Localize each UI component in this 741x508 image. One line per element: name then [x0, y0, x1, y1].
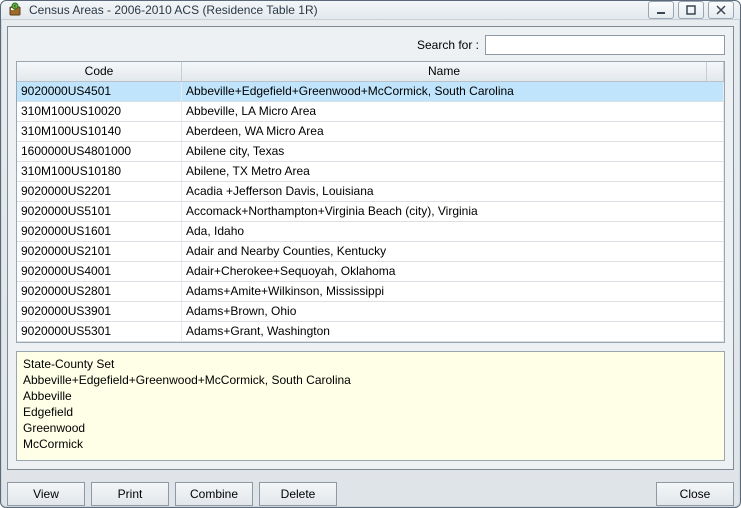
delete-button[interactable]: Delete — [259, 482, 337, 506]
cell-name: Adair and Nearby Counties, Kentucky — [182, 242, 724, 261]
search-input[interactable] — [485, 35, 725, 55]
search-row: Search for : — [16, 35, 725, 55]
table-row[interactable]: 310M100US10140Aberdeen, WA Micro Area — [17, 122, 724, 142]
cell-name: Adams+Brown, Ohio — [182, 302, 724, 321]
cell-name: Aberdeen, WA Micro Area — [182, 122, 724, 141]
cell-code: 9020000US3901 — [17, 302, 182, 321]
app-icon — [7, 2, 23, 18]
cell-code: 9020000US5101 — [17, 202, 182, 221]
cell-code: 310M100US10180 — [17, 162, 182, 181]
window-title: Census Areas - 2006-2010 ACS (Residence … — [29, 3, 318, 17]
cell-code: 9020000US1601 — [17, 222, 182, 241]
close-window-button[interactable] — [708, 1, 734, 19]
detail-line: State-County Set — [23, 356, 718, 372]
cell-code: 310M100US10140 — [17, 122, 182, 141]
detail-panel[interactable]: State-County SetAbbeville+Edgefield+Gree… — [16, 351, 725, 461]
cell-code: 9020000US2801 — [17, 282, 182, 301]
table-row[interactable]: 9020000US2201Acadia +Jefferson Davis, Lo… — [17, 182, 724, 202]
combine-button[interactable]: Combine — [175, 482, 253, 506]
areas-table: Code Name 9020000US4501Abbeville+Edgefie… — [16, 61, 725, 343]
detail-line: Edgefield — [23, 404, 718, 420]
cell-code: 9020000US2201 — [17, 182, 182, 201]
cell-code: 1600000US4801000 — [17, 142, 182, 161]
table-body[interactable]: 9020000US4501Abbeville+Edgefield+Greenwo… — [17, 82, 724, 342]
client-area: Search for : Code Name 9020000US4501Abbe… — [7, 26, 734, 470]
cell-name: Ada, Idaho — [182, 222, 724, 241]
cell-code: 9020000US4001 — [17, 262, 182, 281]
th-code[interactable]: Code — [17, 62, 182, 81]
table-row[interactable]: 310M100US10020Abbeville, LA Micro Area — [17, 102, 724, 122]
table-row[interactable]: 9020000US1601Ada, Idaho — [17, 222, 724, 242]
table-row[interactable]: 310M100US10180Abilene, TX Metro Area — [17, 162, 724, 182]
print-button[interactable]: Print — [91, 482, 169, 506]
table-header: Code Name — [17, 62, 724, 82]
close-button[interactable]: Close — [656, 482, 734, 506]
search-label: Search for : — [417, 38, 479, 52]
table-row[interactable]: 9020000US5301Adams+Grant, Washington — [17, 322, 724, 342]
table-row[interactable]: 9020000US4501Abbeville+Edgefield+Greenwo… — [17, 82, 724, 102]
table-row[interactable]: 9020000US5101Accomack+Northampton+Virgin… — [17, 202, 724, 222]
census-areas-window: Census Areas - 2006-2010 ACS (Residence … — [0, 0, 741, 508]
table-row[interactable]: 9020000US3901Adams+Brown, Ohio — [17, 302, 724, 322]
table-row[interactable]: 9020000US2101Adair and Nearby Counties, … — [17, 242, 724, 262]
cell-name: Abilene city, Texas — [182, 142, 724, 161]
cell-name: Accomack+Northampton+Virginia Beach (cit… — [182, 202, 724, 221]
titlebar[interactable]: Census Areas - 2006-2010 ACS (Residence … — [1, 1, 740, 20]
button-bar: View Print Combine Delete Close — [7, 482, 734, 506]
detail-line: Greenwood — [23, 420, 718, 436]
cell-name: Abbeville+Edgefield+Greenwood+McCormick,… — [182, 82, 724, 101]
detail-line: McCormick — [23, 436, 718, 452]
cell-name: Adams+Amite+Wilkinson, Mississippi — [182, 282, 724, 301]
th-scroll-gutter — [707, 62, 724, 81]
table-row[interactable]: 1600000US4801000Abilene city, Texas — [17, 142, 724, 162]
view-button[interactable]: View — [7, 482, 85, 506]
cell-name: Adair+Cherokee+Sequoyah, Oklahoma — [182, 262, 724, 281]
cell-code: 9020000US4501 — [17, 82, 182, 101]
cell-name: Abilene, TX Metro Area — [182, 162, 724, 181]
table-row[interactable]: 9020000US4001Adair+Cherokee+Sequoyah, Ok… — [17, 262, 724, 282]
cell-code: 9020000US2101 — [17, 242, 182, 261]
table-row[interactable]: 9020000US2801Adams+Amite+Wilkinson, Miss… — [17, 282, 724, 302]
cell-name: Acadia +Jefferson Davis, Louisiana — [182, 182, 724, 201]
cell-name: Adams+Grant, Washington — [182, 322, 724, 341]
maximize-button[interactable] — [678, 1, 704, 19]
cell-code: 310M100US10020 — [17, 102, 182, 121]
minimize-button[interactable] — [648, 1, 674, 19]
detail-line: Abbeville — [23, 388, 718, 404]
cell-code: 9020000US5301 — [17, 322, 182, 341]
cell-name: Abbeville, LA Micro Area — [182, 102, 724, 121]
detail-line: Abbeville+Edgefield+Greenwood+McCormick,… — [23, 372, 718, 388]
th-name[interactable]: Name — [182, 62, 707, 81]
